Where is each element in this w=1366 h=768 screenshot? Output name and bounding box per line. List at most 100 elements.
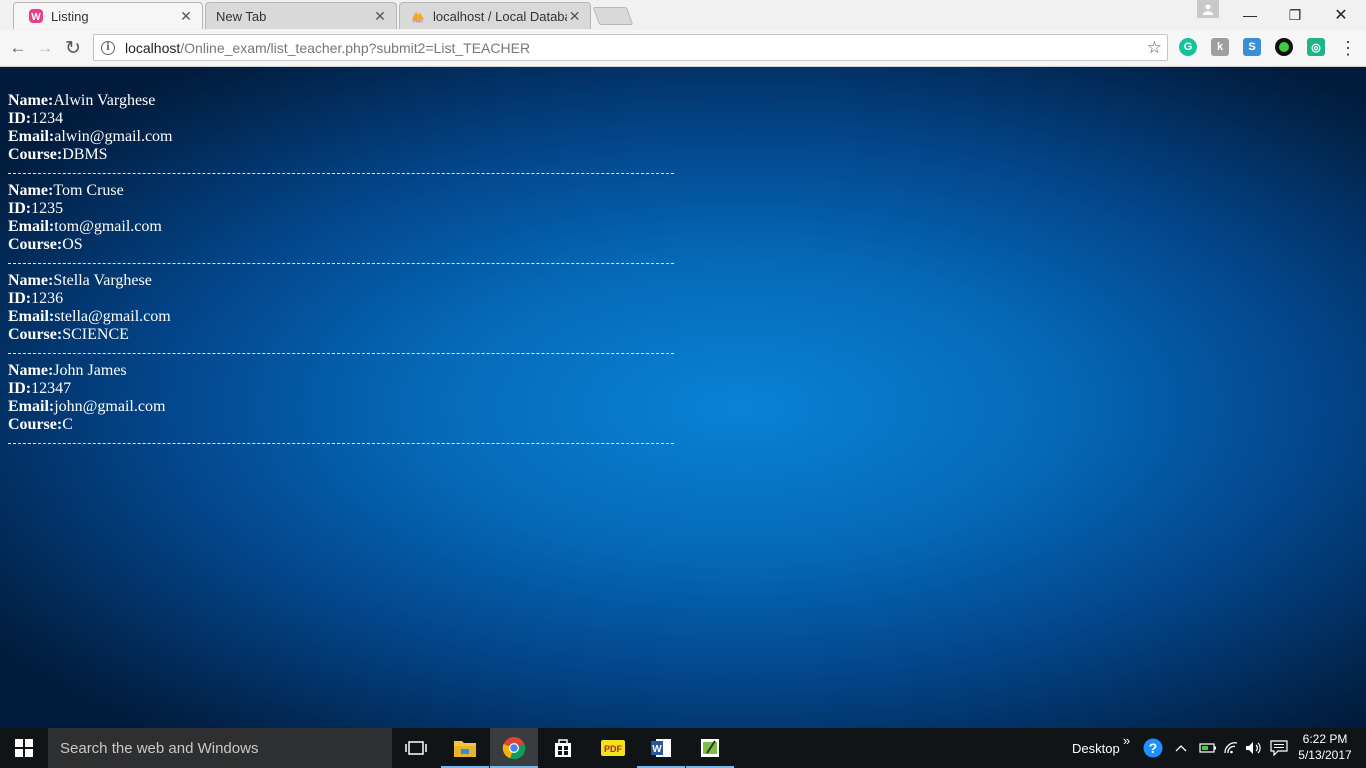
clock-date: 5/13/2017 [1298, 748, 1352, 762]
help-icon[interactable]: ? [1143, 728, 1163, 768]
start-button[interactable] [0, 728, 48, 768]
teacher-record: Name:Stella Varghese ID:1236 Email:stell… [8, 272, 674, 344]
windows-logo-icon [15, 739, 33, 757]
skype-icon[interactable]: S [1243, 38, 1261, 56]
teacher-name: Tom Cruse [53, 182, 124, 199]
editor-app-icon[interactable] [686, 728, 734, 768]
profile-icon[interactable] [1197, 0, 1219, 18]
teacher-name: Alwin Varghese [53, 92, 156, 109]
email-label: Email: [8, 128, 55, 145]
teacher-course: DBMS [62, 146, 108, 163]
teacher-course: C [62, 416, 73, 433]
volume-icon[interactable] [1245, 728, 1263, 768]
teacher-course: OS [62, 236, 83, 253]
tab-new-tab[interactable]: New Tab ✕ [205, 2, 397, 29]
extension-icon[interactable]: k [1211, 38, 1229, 56]
site-info-icon[interactable]: i [101, 40, 115, 55]
name-label: Name: [8, 272, 54, 289]
svg-text:W: W [652, 744, 662, 755]
reload-icon[interactable]: ↻ [61, 36, 85, 60]
record-separator [8, 173, 674, 174]
file-explorer-icon[interactable] [441, 728, 489, 768]
teacher-email: tom@gmail.com [54, 218, 162, 235]
chrome-icon[interactable] [490, 728, 538, 768]
taskbar: Search the web and Windows PDF W Desktop… [0, 728, 1366, 768]
record-separator [8, 263, 674, 264]
tab-close-icon[interactable]: ✕ [567, 8, 582, 24]
pdf-app-icon[interactable]: PDF [589, 728, 637, 768]
action-center-icon[interactable] [1270, 728, 1288, 768]
clock-time: 6:22 PM [1302, 732, 1348, 746]
tab-strip: W Listing ✕ New Tab ✕ PMA localhost / Lo… [0, 0, 1366, 31]
svg-text:PDF: PDF [604, 744, 623, 754]
course-label: Course: [8, 416, 63, 433]
word-icon[interactable]: W [637, 728, 685, 768]
url-host: localhost [125, 39, 181, 56]
name-label: Name: [8, 182, 54, 199]
page-content: Name:Alwin Varghese ID:1234 Email:alwin@… [0, 67, 1366, 728]
teacher-record: Name:John James ID:12347 Email:john@gmai… [8, 362, 674, 434]
tab-title: Listing [51, 8, 89, 24]
course-label: Course: [8, 146, 63, 163]
task-view-icon[interactable] [392, 728, 440, 768]
store-icon[interactable] [539, 728, 587, 768]
close-window-button[interactable]: ✕ [1318, 0, 1364, 30]
email-label: Email: [8, 308, 55, 325]
address-bar[interactable]: i localhost/Online_exam/list_teacher.php… [93, 34, 1168, 61]
wamp-icon: W [28, 8, 44, 24]
teacher-id: 12347 [31, 380, 72, 397]
url-path: /Online_exam/list_teacher.php?submit2=Li… [180, 39, 531, 56]
restore-button[interactable]: ❐ [1272, 0, 1318, 30]
bookmark-star-icon[interactable]: ☆ [1147, 38, 1162, 58]
record-separator [8, 443, 674, 444]
tab-title: localhost / Local Databas [433, 8, 568, 24]
teacher-id: 1235 [31, 200, 64, 217]
id-label: ID: [8, 200, 32, 217]
id-label: ID: [8, 110, 32, 127]
forward-icon[interactable]: → [33, 36, 57, 60]
name-label: Name: [8, 92, 54, 109]
svg-text:?: ? [1149, 740, 1158, 756]
grammarly-icon[interactable]: G [1179, 38, 1197, 56]
browser-toolbar: ← → ↻ i localhost/Online_exam/list_teach… [0, 30, 1366, 67]
tab-listing[interactable]: W Listing ✕ [13, 2, 203, 29]
camera-extension-icon[interactable]: ◎ [1307, 38, 1325, 56]
teacher-id: 1236 [31, 290, 64, 307]
new-tab-button[interactable] [592, 7, 634, 25]
course-label: Course: [8, 326, 63, 343]
tab-title: New Tab [216, 8, 267, 24]
minimize-button[interactable]: — [1227, 0, 1273, 30]
system-clock[interactable]: 6:22 PM 5/13/2017 [1290, 731, 1360, 763]
desktop-toolbar-label[interactable]: Desktop [1072, 728, 1120, 768]
record-separator [8, 353, 674, 354]
id-label: ID: [8, 290, 32, 307]
email-label: Email: [8, 218, 55, 235]
tab-phpmyadmin[interactable]: PMA localhost / Local Databas ✕ [399, 2, 591, 29]
svg-text:W: W [31, 12, 41, 23]
svg-text:PMA: PMA [413, 19, 423, 24]
teacher-name: John James [53, 362, 127, 379]
back-icon[interactable]: ← [6, 36, 30, 60]
tab-close-icon[interactable]: ✕ [372, 8, 388, 24]
teacher-record: Name:Tom Cruse ID:1235 Email:tom@gmail.c… [8, 182, 674, 254]
battery-icon[interactable] [1199, 728, 1217, 768]
id-label: ID: [8, 380, 32, 397]
taskbar-search-box[interactable]: Search the web and Windows [48, 728, 392, 768]
teacher-email: john@gmail.com [54, 398, 166, 415]
tab-close-icon[interactable]: ✕ [178, 8, 194, 24]
toolbar-expand-icon[interactable]: » [1123, 720, 1130, 760]
teacher-listing: Name:Alwin Varghese ID:1234 Email:alwin@… [8, 92, 674, 452]
teacher-id: 1234 [31, 110, 64, 127]
teacher-email: alwin@gmail.com [54, 128, 173, 145]
teacher-record: Name:Alwin Varghese ID:1234 Email:alwin@… [8, 92, 674, 164]
wifi-icon[interactable] [1223, 728, 1239, 768]
teacher-course: SCIENCE [62, 326, 129, 343]
menu-icon[interactable]: ⋮ [1336, 36, 1360, 60]
show-hidden-icons-icon[interactable] [1175, 728, 1187, 768]
status-extension-icon[interactable] [1275, 38, 1293, 56]
teacher-name: Stella Varghese [53, 272, 152, 289]
course-label: Course: [8, 236, 63, 253]
name-label: Name: [8, 362, 54, 379]
teacher-email: stella@gmail.com [54, 308, 171, 325]
phpmyadmin-icon: PMA [410, 8, 426, 24]
